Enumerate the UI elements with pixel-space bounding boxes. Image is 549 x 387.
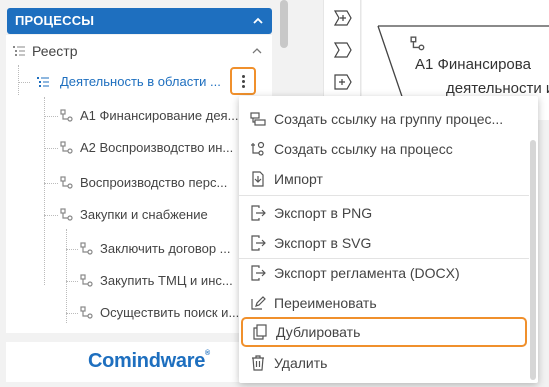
sidebar-scrollbar[interactable] xyxy=(280,0,288,48)
tree-subitem-label: Закупить ТМЦ и инс... xyxy=(100,273,233,288)
tree-item-label: Воспроизводство перс... xyxy=(80,175,228,190)
tree-guide xyxy=(66,249,78,250)
process-sidebar: ПРОЦЕССЫ Реестр Деятельность в области .… xyxy=(0,0,278,334)
tree-subitem-label: Заключить договор ... xyxy=(100,241,231,256)
chevron-up-icon xyxy=(253,17,263,24)
tree-guide xyxy=(44,183,58,184)
tree-item-selected-label: Деятельность в области ... xyxy=(60,74,221,89)
tree-guide xyxy=(44,148,58,149)
process-icon xyxy=(80,274,93,287)
tree-subitem[interactable]: Закупить ТМЦ и инс... xyxy=(6,267,272,295)
context-menu: Создать ссылку на группу процес... Созда… xyxy=(239,96,538,383)
tree-guide xyxy=(44,215,58,216)
chevron-up-icon[interactable] xyxy=(252,46,262,56)
menu-item-import[interactable]: Импорт xyxy=(239,164,529,194)
tree-item-label: А1 Финансирование дея... xyxy=(80,108,239,123)
registry-icon xyxy=(13,46,25,56)
tree-subitem-label: Осуществить поиск и... xyxy=(100,305,240,320)
add-subprocess-icon[interactable] xyxy=(334,10,352,26)
duplicate-icon xyxy=(253,324,267,340)
process-icon xyxy=(60,176,73,189)
tree-guide xyxy=(66,281,78,282)
link-process-icon xyxy=(251,141,265,156)
menu-item-export-docx[interactable]: Экспорт регламента (DOCX) xyxy=(239,258,529,288)
comindware-logo: Comindware® xyxy=(88,350,210,372)
tree-subitem[interactable]: Заключить договор ... xyxy=(6,235,272,263)
kebab-dot xyxy=(242,75,245,78)
process-icon xyxy=(60,208,73,221)
registry-icon xyxy=(37,77,49,87)
more-options-button[interactable] xyxy=(230,67,256,95)
tree-guide xyxy=(66,313,78,314)
delete-icon xyxy=(252,355,264,371)
kebab-dot xyxy=(242,85,245,88)
kebab-dot xyxy=(242,80,245,83)
export-icon xyxy=(251,205,266,221)
process-icon xyxy=(410,36,425,51)
tree-root-registry[interactable]: Реестр xyxy=(6,37,272,65)
tree-subitem[interactable]: Осуществить поиск и... xyxy=(6,299,272,327)
menu-item-duplicate[interactable]: Дублировать xyxy=(241,317,527,347)
rename-icon xyxy=(251,296,266,310)
add-step-icon[interactable] xyxy=(334,74,352,90)
menu-item-export-svg[interactable]: Экспорт в SVG xyxy=(239,228,529,258)
canvas-shape-title-line2: деятельности и xyxy=(446,80,549,97)
logo-bar: Comindware® xyxy=(6,342,272,382)
tree-guide xyxy=(44,116,58,117)
process-icon xyxy=(80,242,93,255)
menu-separator xyxy=(239,195,529,196)
menu-scrollbar[interactable] xyxy=(530,140,536,380)
process-icon xyxy=(60,141,73,154)
tree-item[interactable]: Закупки и снабжение xyxy=(6,201,272,229)
step-shape-icon[interactable] xyxy=(334,42,352,58)
tree-root-label: Реестр xyxy=(32,43,78,59)
process-icon xyxy=(60,109,73,122)
tree-item[interactable]: Воспроизводство перс... xyxy=(6,169,272,197)
export-icon xyxy=(251,265,266,281)
export-icon xyxy=(251,235,266,251)
canvas-shape-title: А1 Финансирова xyxy=(415,56,531,73)
menu-item-export-png[interactable]: Экспорт в PNG xyxy=(239,198,529,228)
menu-item-link-process[interactable]: Создать ссылку на процесс xyxy=(239,134,529,164)
section-title: ПРОЦЕССЫ xyxy=(15,13,95,28)
diagram-toolbar xyxy=(323,0,361,110)
tree-item[interactable]: А2 Воспроизводство ин... xyxy=(6,134,272,162)
tree-item-label: А2 Воспроизводство ин... xyxy=(80,140,234,155)
link-group-icon xyxy=(250,112,266,126)
tree-item-label: Закупки и снабжение xyxy=(80,207,208,222)
menu-item-rename[interactable]: Переименовать xyxy=(239,288,529,318)
menu-item-link-group[interactable]: Создать ссылку на группу процес... xyxy=(239,104,529,134)
section-header-processes[interactable]: ПРОЦЕССЫ xyxy=(7,8,272,34)
process-icon xyxy=(80,306,93,319)
import-icon xyxy=(252,171,264,187)
menu-item-delete[interactable]: Удалить xyxy=(239,348,529,378)
tree-item[interactable]: А1 Финансирование дея... xyxy=(6,102,272,130)
